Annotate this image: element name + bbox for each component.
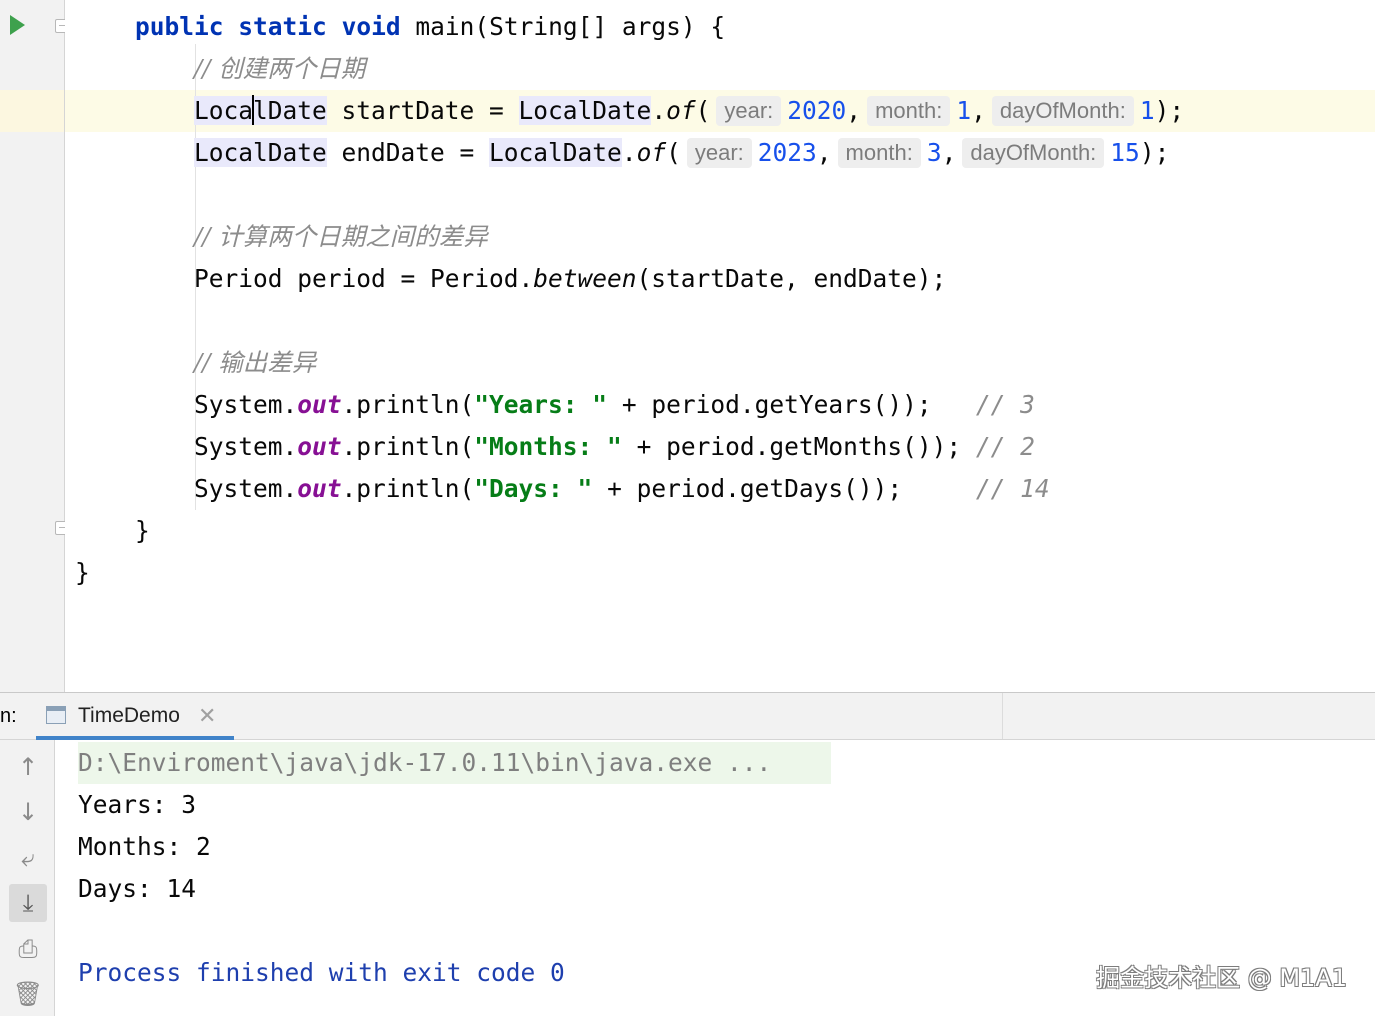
param-hint-day: dayOfMonth: <box>962 138 1105 168</box>
console-output-days: Days: 14 <box>78 874 197 903</box>
active-tab-indicator <box>36 736 234 740</box>
tab-label: TimeDemo <box>78 704 180 727</box>
tab-timedemo[interactable]: TimeDemo ✕ <box>36 693 234 739</box>
code-line-print-years: System.out.println("Years: " + period.ge… <box>194 390 1035 419</box>
code-line-end-date: LocalDate endDate = LocalDate.of(year: 20… <box>194 138 1170 168</box>
param-hint-year: year: <box>686 138 752 168</box>
code-line-main-signature: public static void main(String[] args) { <box>135 12 726 41</box>
console-command-line: D:\Enviroment\java\jdk-17.0.11\bin\java.… <box>78 742 832 784</box>
code-close-method: } <box>135 516 150 545</box>
param-hint-year: year: <box>716 96 782 126</box>
soft-wrap-icon[interactable]: ⤶ <box>9 839 47 877</box>
console-exit-message: Process finished with exit code 0 <box>78 958 565 987</box>
editor-gutter <box>0 0 107 692</box>
code-line-print-months: System.out.println("Months: " + period.g… <box>194 432 1035 461</box>
code-comment-create-dates: // 创建两个日期 <box>194 54 366 83</box>
param-hint-month: month: <box>837 138 921 168</box>
console-output-years: Years: 3 <box>78 790 197 819</box>
code-editor[interactable]: public static void main(String[] args) {… <box>65 0 1375 692</box>
console-icon <box>46 706 66 724</box>
usage-highlight-type: LocalDate <box>194 95 327 125</box>
watermark: 掘金技术社区 @ M1A1 <box>1096 964 1347 992</box>
code-line-start-date: LocalDate startDate = LocalDate.of(year:… <box>194 95 1185 126</box>
gutter-current-line <box>0 90 64 132</box>
code-line-period: Period period = Period.between(startDate… <box>194 264 947 293</box>
code-comment-compute-diff: // 计算两个日期之间的差异 <box>194 222 488 251</box>
tab-bar-divider <box>1002 693 1003 739</box>
scroll-to-end-icon[interactable]: ⤓ <box>9 884 47 922</box>
code-comment-output: // 输出差异 <box>194 348 317 377</box>
run-main-icon[interactable] <box>10 15 25 35</box>
clear-trash-icon[interactable]: 🗑 <box>9 975 47 1013</box>
print-icon[interactable]: ⎙ <box>9 930 47 968</box>
close-icon[interactable]: ✕ <box>198 703 216 729</box>
text-caret <box>252 95 255 125</box>
code-line-print-days: System.out.println("Days: " + period.get… <box>194 474 1050 503</box>
param-hint-day: dayOfMonth: <box>991 96 1134 126</box>
scroll-down-icon[interactable]: ↓ <box>9 793 47 831</box>
param-hint-month: month: <box>867 96 951 126</box>
run-tab-bar: n: TimeDemo ✕ <box>0 693 1375 740</box>
run-panel-prefix: n: <box>0 705 17 727</box>
code-close-class: } <box>75 558 90 587</box>
console-toolbar: ↑ ↓ ⤶ ⤓ ⎙ 🗑 <box>0 740 55 1016</box>
console-output-months: Months: 2 <box>78 832 211 861</box>
scroll-up-icon[interactable]: ↑ <box>9 748 47 786</box>
